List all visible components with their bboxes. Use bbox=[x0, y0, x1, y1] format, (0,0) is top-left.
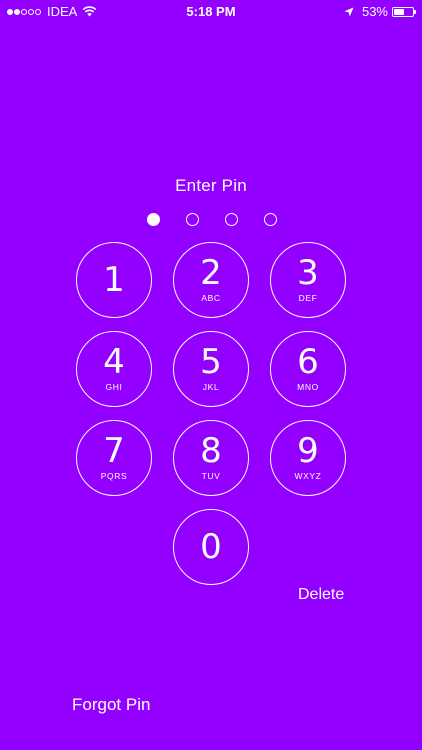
key-digit: 5 bbox=[200, 342, 222, 382]
status-bar: IDEA 5:18 PM 53% bbox=[0, 0, 422, 24]
pin-indicator bbox=[147, 213, 303, 226]
key-digit: 2 bbox=[200, 253, 222, 293]
forgot-pin-link[interactable]: Forgot Pin bbox=[72, 695, 150, 715]
battery-percent: 53% bbox=[361, 4, 388, 19]
page-title: Enter Pin bbox=[175, 176, 247, 195]
pin-dot bbox=[264, 213, 277, 226]
key-letters: MNO bbox=[297, 382, 319, 392]
key-letters: GHI bbox=[105, 382, 123, 392]
key-letters: TUV bbox=[201, 471, 221, 481]
key-4[interactable]: 4 GHI bbox=[76, 331, 152, 407]
delete-button[interactable]: Delete bbox=[298, 586, 344, 604]
key-6[interactable]: 6 MNO bbox=[270, 331, 346, 407]
key-digit: 9 bbox=[297, 431, 319, 471]
pin-dot bbox=[186, 213, 199, 226]
key-3[interactable]: 3 DEF bbox=[270, 242, 346, 318]
key-7[interactable]: 7 PQRS bbox=[76, 420, 152, 496]
key-letters: ABC bbox=[201, 293, 221, 303]
location-arrow-icon bbox=[344, 7, 354, 16]
key-2[interactable]: 2 ABC bbox=[173, 242, 249, 318]
key-digit: 4 bbox=[103, 342, 125, 382]
battery-icon bbox=[392, 6, 416, 17]
pin-dot bbox=[147, 213, 160, 226]
key-digit: 1 bbox=[103, 260, 125, 300]
key-digit: 0 bbox=[200, 527, 222, 567]
key-letters: WXYZ bbox=[294, 471, 322, 481]
key-0[interactable]: 0 bbox=[173, 509, 249, 585]
key-8[interactable]: 8 TUV bbox=[173, 420, 249, 496]
key-letters: JKL bbox=[202, 382, 220, 392]
battery-nub bbox=[414, 9, 416, 14]
battery-fill bbox=[394, 8, 404, 15]
key-1[interactable]: 1 bbox=[76, 242, 152, 318]
key-digit: 8 bbox=[200, 431, 222, 471]
key-digit: 3 bbox=[297, 253, 319, 293]
key-letters: DEF bbox=[298, 293, 318, 303]
key-digit: 7 bbox=[103, 431, 125, 471]
pin-dot bbox=[225, 213, 238, 226]
status-right: 53% bbox=[344, 4, 416, 19]
key-9[interactable]: 9 WXYZ bbox=[270, 420, 346, 496]
key-digit: 6 bbox=[297, 342, 319, 382]
key-5[interactable]: 5 JKL bbox=[173, 331, 249, 407]
key-letters: PQRS bbox=[100, 471, 128, 481]
